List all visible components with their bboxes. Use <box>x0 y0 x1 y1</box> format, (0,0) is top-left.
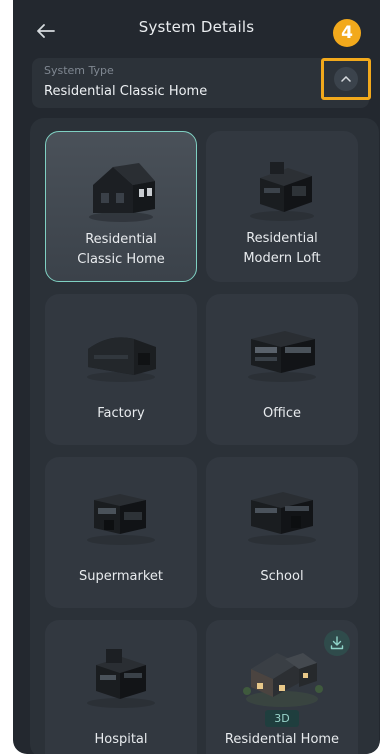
card-label: Factory <box>97 406 145 421</box>
card-label: Residential Classic Home <box>50 230 192 270</box>
card-label-line2: Modern Loft <box>243 251 321 266</box>
card-label: Supermarket <box>79 569 163 584</box>
header: System Details 4 <box>13 0 380 56</box>
card-office[interactable]: Office <box>206 294 358 445</box>
dropdown-toggle-button[interactable] <box>321 58 371 100</box>
card-label-line1: Residential <box>85 232 157 247</box>
3d-badge: 3D <box>265 710 299 727</box>
card-residential-home-3d[interactable]: 3D Residential Home <box>206 620 358 754</box>
house-classic-image <box>46 150 196 230</box>
card-label: Residential Home <box>224 732 340 747</box>
card-label-line1: Residential <box>246 231 318 246</box>
page-title: System Details <box>138 18 255 36</box>
card-label: Office <box>263 406 301 421</box>
card-residential-classic-home[interactable]: Residential Classic Home <box>45 131 197 282</box>
card-factory[interactable]: Factory <box>45 294 197 445</box>
office-image <box>206 312 358 392</box>
card-hospital[interactable]: Hospital <box>45 620 197 754</box>
card-residential-modern-loft[interactable]: Residential Modern Loft <box>206 131 358 282</box>
system-type-value: Residential Classic Home <box>44 84 208 99</box>
card-label-line2: Classic Home <box>77 252 165 267</box>
school-image <box>206 475 358 555</box>
card-label: School <box>260 569 304 584</box>
card-label: Residential Modern Loft <box>210 229 354 269</box>
house-loft-image <box>206 149 358 229</box>
system-type-label: System Type <box>44 64 114 77</box>
residential-home-3d-image <box>206 634 358 714</box>
card-supermarket[interactable]: Supermarket <box>45 457 197 608</box>
chevron-up-icon <box>334 67 358 91</box>
supermarket-image <box>45 475 197 555</box>
card-school[interactable]: School <box>206 457 358 608</box>
hospital-image <box>45 638 197 718</box>
card-label: Hospital <box>94 732 148 747</box>
system-type-select[interactable]: System Type Residential Classic Home <box>32 58 369 108</box>
step-badge: 4 <box>333 19 361 47</box>
factory-image <box>45 312 197 392</box>
phone-screen: System Details 4 System Type Residential… <box>13 0 380 754</box>
system-type-grid: Residential Classic Home Residential Mod… <box>30 118 379 754</box>
